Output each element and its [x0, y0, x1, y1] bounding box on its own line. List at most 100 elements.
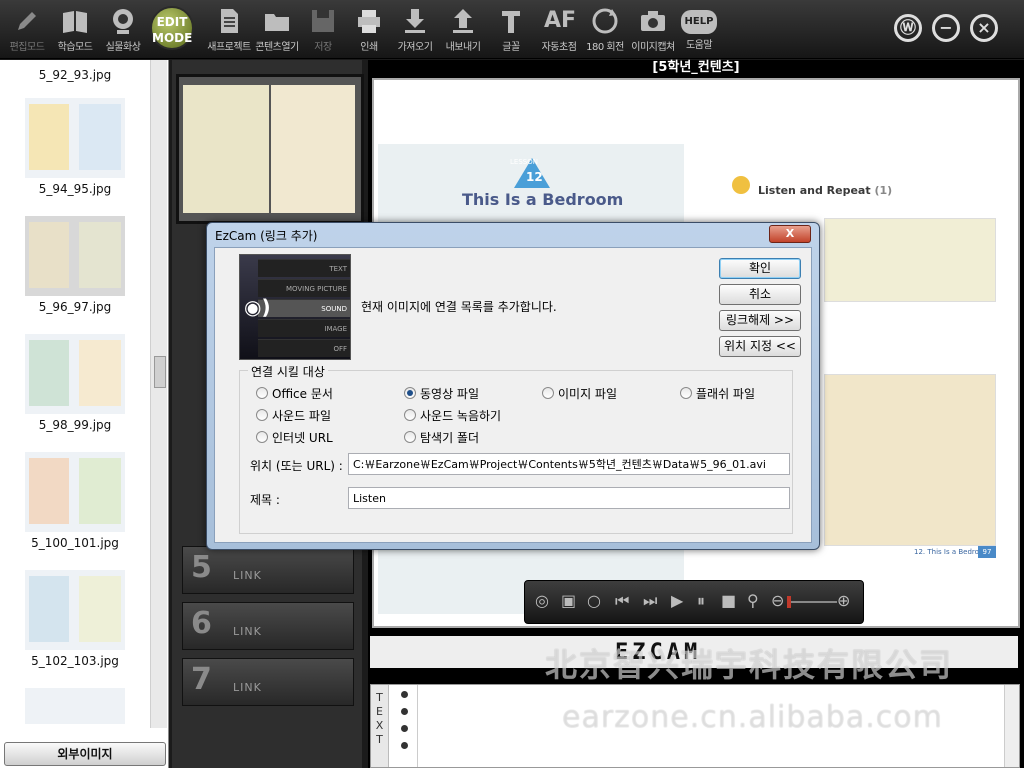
text-panel-label: TEXT [371, 685, 389, 767]
link-tile[interactable]: 7 LINK [182, 658, 354, 706]
external-image-button[interactable]: 외부이미지 [4, 742, 166, 766]
radio-explorer-folder[interactable]: 탐색기 폴더 [404, 429, 479, 446]
link-tile-label: LINK [233, 681, 262, 694]
print-button[interactable]: 인쇄 [344, 6, 394, 56]
save-button[interactable]: 저장 [298, 6, 348, 56]
media-player-bar: ◎ ▣ ○ ⏮ ⏭ ▶ ⏸ ■ ⚲ ⊖ ⊕ [524, 580, 864, 624]
open-content-button[interactable]: 콘텐츠열기 [252, 6, 302, 56]
toolbar-label: 인쇄 [360, 42, 378, 53]
dialog-close-button[interactable]: X [769, 225, 811, 243]
location-input[interactable]: C:￦Earzone￦EzCam￦Project￦Contents￦5학년_컨텐… [348, 453, 790, 475]
close-icon[interactable]: × [970, 14, 998, 42]
thumbnail-item[interactable]: 5_100_101.jpg [0, 452, 150, 550]
page-number: 97 [978, 546, 996, 558]
edit-mode-toolbar-button[interactable]: 편집모드 [2, 6, 52, 56]
text-scrollbar[interactable] [1004, 685, 1019, 767]
toolbar-label: 180 회전 [586, 42, 624, 53]
pen-icon [18, 12, 36, 30]
thumbnail-item[interactable]: 5_102_103.jpg [0, 570, 150, 668]
camera-view-icon [113, 9, 133, 34]
radio-sound-file[interactable]: 사운드 파일 [256, 407, 331, 424]
camera-view-button[interactable]: 실물화상 [98, 6, 148, 56]
toolbar-label: 가져오기 [397, 42, 433, 53]
radio-image-file[interactable]: 이미지 파일 [542, 385, 617, 402]
link-tile[interactable]: 6 LINK [182, 602, 354, 650]
pause-icon[interactable]: ⏸ [697, 591, 705, 611]
thumbnail-item[interactable] [0, 688, 150, 724]
media-menu-item: IMAGE [258, 319, 350, 337]
link-tile-label: LINK [233, 625, 262, 638]
previous-icon[interactable]: ⏮ [615, 591, 629, 611]
toolbar-label: 이미지캡쳐 [631, 42, 675, 53]
new-project-icon [221, 9, 238, 33]
content-title: [5학년_컨텐츠] [652, 60, 740, 75]
toolbar-label: 저장 [314, 42, 332, 53]
zoom-slider-thumb[interactable] [787, 596, 791, 608]
unlink-button[interactable]: 링크해제 >> [719, 310, 801, 331]
new-project-button[interactable]: 새프로젝트 [204, 6, 254, 56]
set-position-button[interactable]: 위치 지정 << [719, 336, 801, 357]
thumbnail-image [25, 216, 125, 296]
autofocus-button[interactable]: AF 자동초점 [534, 6, 584, 56]
capture-icon [641, 11, 665, 31]
radio-video-file[interactable]: 동영상 파일 [404, 385, 479, 402]
scrollbar-thumb[interactable] [154, 356, 166, 388]
zoom-out-icon[interactable]: ⊖ [771, 591, 784, 610]
thumbnail-item[interactable]: 5_94_95.jpg [0, 98, 150, 196]
thumbnail-caption: 5_96_97.jpg [38, 300, 112, 314]
link-tile-number: 5 [191, 550, 212, 585]
character-icon [732, 176, 750, 194]
location-label: 위치 (또는 URL) : [250, 459, 343, 473]
radio-flash-file[interactable]: 플래쉬 파일 [680, 385, 755, 402]
section-title: Listen and Repeat (1) [758, 184, 893, 197]
radio-internet-url[interactable]: 인터넷 URL [256, 429, 333, 446]
thumbnail-scrollbar[interactable] [150, 60, 167, 728]
cancel-button[interactable]: 취소 [719, 284, 801, 305]
thumbnail-item[interactable]: 5_92_93.jpg [0, 64, 150, 82]
next-icon[interactable]: ⏭ [643, 591, 657, 611]
rotate-icon [592, 8, 618, 34]
zoom-slider[interactable] [787, 601, 837, 603]
lesson-number: 12 [526, 170, 543, 184]
zoom-in-icon[interactable]: ⊕ [837, 591, 850, 610]
media-type-image: TEXT MOVING PICTURE SOUND IMAGE OFF ◉) [239, 254, 351, 360]
minimize-icon[interactable]: − [932, 14, 960, 42]
radio-office-document[interactable]: Office 문서 [256, 385, 333, 402]
watermark-company: 北京智兴瑞宇科技有限公司 [545, 646, 954, 684]
toolbar-label: 도움말 [685, 40, 713, 51]
import-icon [405, 9, 425, 33]
ok-button[interactable]: 확인 [719, 258, 801, 279]
media-menu-item: SOUND [258, 299, 350, 317]
title-input[interactable]: Listen [348, 487, 790, 509]
page-preview[interactable] [176, 74, 364, 224]
stop-icon[interactable]: ■ [721, 591, 736, 610]
rotate-180-button[interactable]: 180 회전 [580, 6, 630, 56]
title-label: 제목 : [250, 493, 280, 507]
grid-icon[interactable]: ▣ [561, 591, 576, 610]
export-button[interactable]: 내보내기 [438, 6, 488, 56]
link-tile-number: 6 [191, 606, 212, 641]
import-button[interactable]: 가져오기 [390, 6, 440, 56]
app-logo-icon[interactable]: Ⓦ [894, 14, 922, 42]
image-capture-button[interactable]: 이미지캡쳐 [628, 6, 678, 56]
thumbnail-caption: 5_98_99.jpg [38, 418, 112, 432]
search-icon[interactable]: ◎ [535, 591, 549, 610]
watermark-url: earzone.cn.alibaba.com [562, 700, 943, 735]
link-tile[interactable]: 5 LINK [182, 546, 354, 594]
lesson-word: LESSON [510, 158, 538, 166]
thumbnail-image [25, 334, 125, 414]
help-button[interactable]: HELP 도움말 [674, 6, 724, 56]
thumbnail-item-selected[interactable]: 5_96_97.jpg [0, 216, 150, 314]
thumbnail-item[interactable]: 5_98_99.jpg [0, 334, 150, 432]
media-menu-item: OFF [258, 339, 350, 357]
font-button[interactable]: 글꼴 [486, 6, 536, 56]
autofocus-icon: AF [544, 8, 577, 33]
record-icon[interactable]: ○ [587, 591, 601, 610]
thumbnail-caption: 5_94_95.jpg [38, 182, 112, 196]
study-mode-button[interactable]: 학습모드 [50, 6, 100, 56]
radio-sound-record[interactable]: 사운드 녹음하기 [404, 407, 501, 424]
play-icon[interactable]: ▶ [671, 591, 683, 610]
edit-mode-badge[interactable]: EDIT MODE [150, 6, 194, 50]
lesson-title: This Is a Bedroom [462, 190, 624, 209]
zoom-icon[interactable]: ⚲ [747, 591, 759, 610]
